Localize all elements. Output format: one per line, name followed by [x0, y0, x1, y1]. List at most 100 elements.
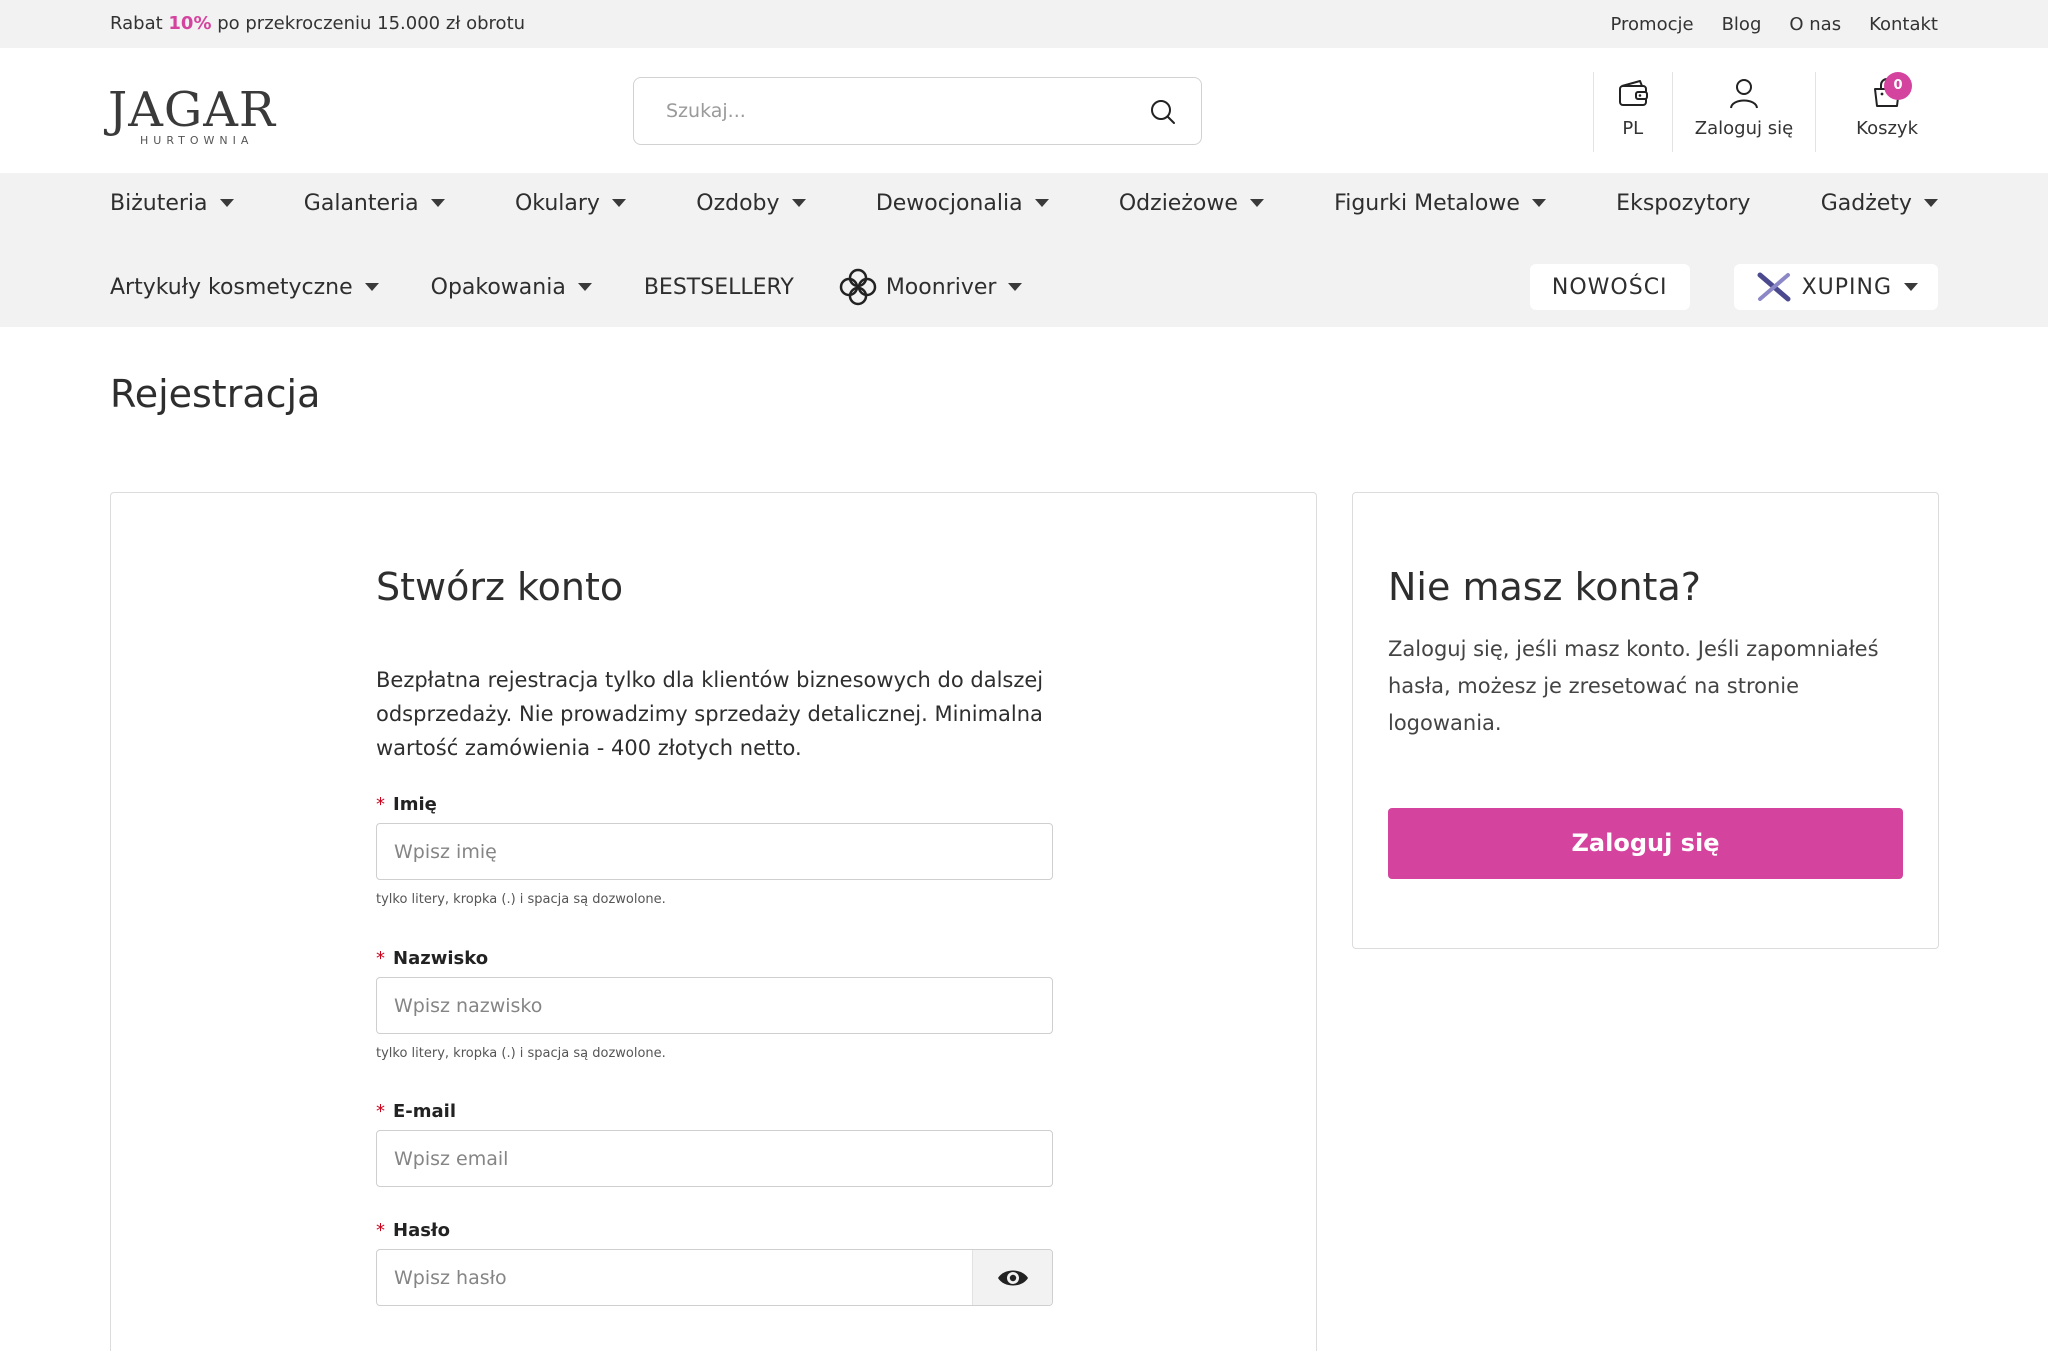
form-title: Stwórz konto — [376, 565, 624, 609]
email-input[interactable] — [394, 1145, 994, 1173]
login-button[interactable]: Zaloguj się — [1388, 808, 1903, 879]
required-mark: * — [376, 794, 385, 815]
nav-label: Gadżety — [1820, 190, 1912, 216]
wallet-icon — [1618, 80, 1648, 106]
label-text: E-mail — [393, 1101, 457, 1122]
top-link-kontakt[interactable]: Kontakt — [1869, 14, 1938, 35]
promo-prefix: Rabat — [110, 13, 163, 34]
nav-item-artykuly-kosmetyczne[interactable]: Artykuły kosmetyczne — [110, 275, 379, 300]
nav-item-nowosci[interactable]: NOWOŚCI — [1529, 264, 1690, 310]
logo-main-text: JAGAR — [108, 82, 277, 138]
nav-label: Ozdoby — [696, 190, 780, 216]
nav-label: Ekspozytory — [1616, 190, 1751, 216]
promo-suffix: po przekroczeniu 15.000 zł obrotu — [217, 13, 526, 34]
search-input[interactable] — [666, 96, 1126, 126]
nav-item-okulary[interactable]: Okulary — [515, 191, 626, 216]
top-link-promocje[interactable]: Promocje — [1611, 14, 1694, 35]
last-name-hint: tylko litery, kropka (.) i spacja są doz… — [376, 1046, 666, 1061]
caret-down-icon — [219, 199, 234, 207]
nav-item-ekspozytory[interactable]: Ekspozytory — [1616, 191, 1750, 216]
caret-down-icon — [577, 283, 592, 291]
form-intro: Bezpłatna rejestracja tylko dla klientów… — [376, 668, 1044, 760]
cart-label: Koszyk — [1856, 118, 1918, 139]
registration-card: Stwórz konto Bezpłatna rejestracja tylko… — [110, 492, 1317, 1351]
required-mark: * — [376, 1101, 385, 1122]
nav-label: XUPING — [1801, 274, 1892, 300]
nav-item-figurki-metalowe[interactable]: Figurki Metalowe — [1334, 191, 1546, 216]
site-header: JAGAR HURTOWNIA PL Zaloguj się — [0, 48, 2048, 173]
logo-sub-text: HURTOWNIA — [140, 134, 254, 147]
nav-item-opakowania[interactable]: Opakowania — [431, 275, 592, 300]
caret-down-icon — [1249, 199, 1264, 207]
nav-row-1: Biżuteria Galanteria Okulary Ozdoby Dewo… — [110, 173, 1938, 233]
nav-label: Galanteria — [303, 190, 419, 216]
nav-label: Biżuteria — [110, 190, 208, 216]
nav-item-moonriver[interactable]: Moonriver — [838, 267, 1023, 307]
last-name-input[interactable] — [394, 992, 994, 1020]
side-title: Nie masz konta? — [1388, 565, 1701, 609]
cart-count-badge: 0 — [1884, 72, 1912, 100]
label-text: Imię — [393, 794, 437, 815]
user-icon — [1729, 79, 1758, 109]
nav-row-2: Artykuły kosmetyczne Opakowania BESTSELL… — [110, 257, 1938, 317]
required-mark: * — [376, 1220, 385, 1241]
login-link[interactable]: Zaloguj się — [1671, 72, 1815, 152]
nav-item-xuping[interactable]: XUPING — [1733, 264, 1938, 310]
show-password-button[interactable] — [972, 1250, 1052, 1305]
caret-down-icon — [1008, 283, 1023, 291]
top-link-o-nas[interactable]: O nas — [1789, 14, 1841, 35]
last-name-field — [376, 977, 1053, 1034]
nav-label: Odzieżowe — [1118, 190, 1238, 216]
language-label: PL — [1622, 118, 1644, 139]
language-switcher[interactable]: PL — [1592, 72, 1672, 152]
nav-item-bestsellery[interactable]: BESTSELLERY — [644, 275, 794, 300]
login-label: Zaloguj się — [1694, 118, 1794, 139]
caret-down-icon — [1531, 199, 1546, 207]
site-logo[interactable]: JAGAR HURTOWNIA — [108, 86, 275, 147]
nav-label: Dewocjonalia — [875, 190, 1023, 216]
nav-label: BESTSELLERY — [643, 274, 794, 300]
email-field — [376, 1130, 1053, 1187]
caret-down-icon — [430, 199, 445, 207]
nav-item-ozdoby[interactable]: Ozdoby — [696, 190, 806, 216]
nav-item-odziezowe[interactable]: Odzieżowe — [1119, 191, 1264, 216]
password-input[interactable] — [394, 1264, 954, 1292]
header-actions: PL Zaloguj się Koszyk 0 — [1592, 72, 1938, 152]
top-bar: Rabat 10% po przekroczeniu 15.000 zł obr… — [0, 0, 2048, 48]
xuping-logo-icon — [1757, 272, 1791, 302]
promo-percent: 10% — [168, 13, 212, 34]
nav-label: NOWOŚCI — [1551, 274, 1668, 300]
caret-down-icon — [1904, 283, 1918, 291]
nav-label: Artykuły kosmetyczne — [110, 274, 353, 300]
promo-text: Rabat 10% po przekroczeniu 15.000 zł obr… — [110, 13, 525, 34]
nav-item-bizuteria[interactable]: Biżuteria — [110, 191, 234, 216]
caret-down-icon — [1034, 199, 1049, 207]
nav-label: Moonriver — [885, 274, 997, 300]
nav-item-gadzety[interactable]: Gadżety — [1821, 191, 1938, 216]
cart-link[interactable]: Koszyk 0 — [1815, 72, 1938, 152]
search-box — [633, 77, 1202, 145]
first-name-input[interactable] — [394, 838, 994, 866]
side-text: Zaloguj się, jeśli masz konto. Jeśli zap… — [1388, 637, 1879, 735]
nav-item-galanteria[interactable]: Galanteria — [304, 191, 445, 216]
caret-down-icon — [791, 199, 806, 207]
main-nav: Biżuteria Galanteria Okulary Ozdoby Dewo… — [0, 173, 2048, 327]
first-name-field — [376, 823, 1053, 880]
top-links: Promocje Blog O nas Kontakt — [1611, 14, 1939, 35]
label-text: Nazwisko — [393, 948, 489, 969]
top-link-blog[interactable]: Blog — [1722, 14, 1762, 35]
caret-down-icon — [364, 283, 379, 291]
nav-label: Figurki Metalowe — [1334, 190, 1520, 216]
first-name-label: * Imię — [376, 794, 437, 815]
email-label: * E-mail — [376, 1101, 456, 1122]
caret-down-icon — [1923, 199, 1938, 207]
password-field — [376, 1249, 1053, 1306]
moonriver-logo-icon — [839, 268, 877, 306]
search-icon[interactable] — [1149, 98, 1177, 126]
page-title: Rejestracja — [110, 372, 321, 416]
login-prompt-card: Nie masz konta? Zaloguj się, jeśli masz … — [1352, 492, 1939, 949]
eye-icon — [997, 1270, 1028, 1285]
required-mark: * — [376, 948, 385, 969]
nav-item-dewocjonalia[interactable]: Dewocjonalia — [876, 191, 1049, 216]
caret-down-icon — [611, 199, 626, 207]
